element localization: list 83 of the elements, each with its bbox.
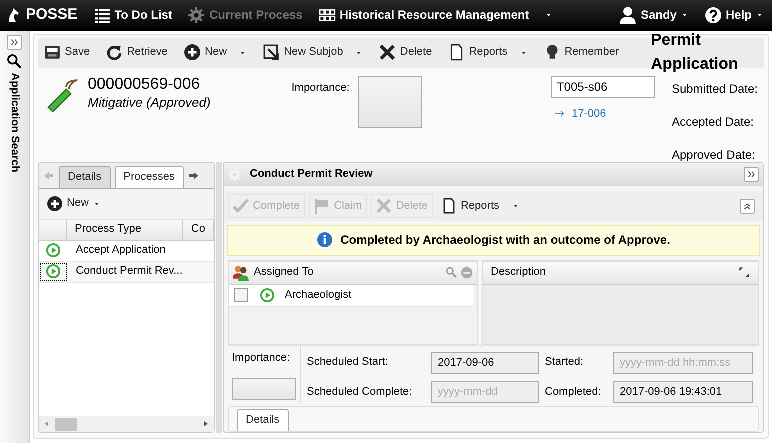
- horse-icon: [6, 7, 22, 24]
- date-label: Accepted Date:: [672, 114, 756, 131]
- record-number: 000000569-006: [88, 76, 202, 94]
- remove-icon: [461, 266, 473, 278]
- code-field[interactable]: T005-s06: [550, 76, 655, 98]
- plus-icon: [184, 44, 202, 62]
- save-icon: [44, 44, 61, 62]
- importance-label: Importance:: [232, 351, 292, 366]
- toolbar-button[interactable]: Delete: [379, 44, 432, 62]
- toolbar-button[interactable]: Reports: [448, 44, 528, 62]
- delete-icon: [379, 44, 396, 62]
- importance-label: Importance:: [292, 80, 350, 96]
- chevrons-icon: [10, 38, 19, 47]
- field-label: Started:: [545, 355, 585, 370]
- list-icon: [94, 6, 111, 24]
- refresh-icon: [106, 44, 124, 62]
- play-icon: [46, 264, 61, 280]
- nav-item[interactable]: To Do List: [94, 6, 172, 24]
- check-icon: [233, 198, 249, 214]
- right-arrow-icon: [188, 170, 200, 182]
- toolbar-button[interactable]: New: [184, 44, 248, 62]
- tab[interactable]: Details: [237, 409, 289, 431]
- assignee-name: Archaeologist: [284, 288, 353, 303]
- delete-icon: [376, 198, 392, 214]
- info-message: Completed by Archaeologist with an outcome of Approve.: [340, 232, 670, 250]
- user-icon: [618, 6, 637, 24]
- record-link[interactable]: 17-006: [550, 106, 672, 122]
- user-menu[interactable]: Sandy: [618, 6, 689, 24]
- grid-icon: [318, 6, 336, 24]
- toolbar-button[interactable]: New Subjob: [263, 44, 364, 62]
- play-icon: [260, 288, 274, 302]
- right-arrow-icon: [202, 420, 210, 428]
- process-row-label[interactable]: Accept Application: [68, 242, 174, 259]
- field-label: Scheduled Start:: [307, 355, 390, 370]
- date-label: Submitted Date:: [672, 80, 758, 98]
- date-field[interactable]: yyyy-mm-dd: [431, 380, 539, 403]
- row-checkbox[interactable]: [234, 288, 248, 302]
- left-arrow-icon: [43, 420, 51, 428]
- info-icon: [316, 232, 333, 248]
- brand-logo[interactable]: POSSE: [26, 4, 78, 27]
- document-icon: [448, 44, 466, 62]
- importance-field[interactable]: [232, 378, 296, 400]
- plus-icon: [47, 196, 63, 212]
- left-arrow-icon: [43, 170, 55, 182]
- toolbar-button[interactable]: Remember: [544, 44, 620, 62]
- scrollbar-thumb[interactable]: [55, 418, 77, 430]
- play-icon: [46, 243, 61, 258]
- resize-icon[interactable]: [739, 267, 750, 278]
- toolbar-button[interactable]: Save: [44, 44, 90, 62]
- toolbar-button[interactable]: Retrieve: [106, 44, 168, 62]
- date-field[interactable]: 2017-09-06 19:43:01: [613, 380, 753, 403]
- flag-icon: [314, 198, 330, 214]
- help-icon: [704, 6, 722, 24]
- chevrons-icon: [747, 170, 756, 180]
- importance-field[interactable]: [358, 76, 422, 128]
- gear-icon: [188, 6, 206, 24]
- help-menu[interactable]: Help: [704, 6, 764, 24]
- panel-title: Conduct Permit Review: [250, 167, 374, 182]
- collapse-button[interactable]: [740, 198, 755, 214]
- sidebar-label[interactable]: Application Search: [6, 72, 23, 172]
- search-icon: [7, 54, 22, 69]
- column-header[interactable]: Process Type: [67, 220, 184, 240]
- page-title: Permit Application: [651, 30, 740, 75]
- field-label: Scheduled Complete:: [307, 384, 414, 400]
- tab[interactable]: Processes: [114, 166, 184, 188]
- people-icon: [233, 264, 250, 281]
- collapse-button[interactable]: [744, 167, 759, 182]
- field-label: Completed:: [545, 384, 602, 400]
- tab[interactable]: Details: [59, 166, 111, 188]
- record-status: Mitigative (Approved): [88, 94, 211, 112]
- new-button[interactable]: New: [39, 188, 214, 219]
- date-field[interactable]: yyyy-mm-dd hh:mm:ss: [613, 352, 753, 374]
- chevrons-up-icon: [743, 202, 752, 211]
- expand-button[interactable]: [7, 34, 22, 50]
- subjob-icon: [263, 44, 280, 62]
- column-header[interactable]: Co: [183, 220, 214, 240]
- date-label: Approved Date:: [672, 146, 756, 164]
- action-button[interactable]: Reports: [437, 198, 524, 214]
- search-icon: [446, 267, 457, 278]
- gear-icon: [228, 168, 242, 182]
- date-field[interactable]: 2017-09-06: [431, 352, 539, 374]
- nav-item[interactable]: Historical Resource Management: [318, 6, 554, 24]
- document-icon: [441, 198, 457, 214]
